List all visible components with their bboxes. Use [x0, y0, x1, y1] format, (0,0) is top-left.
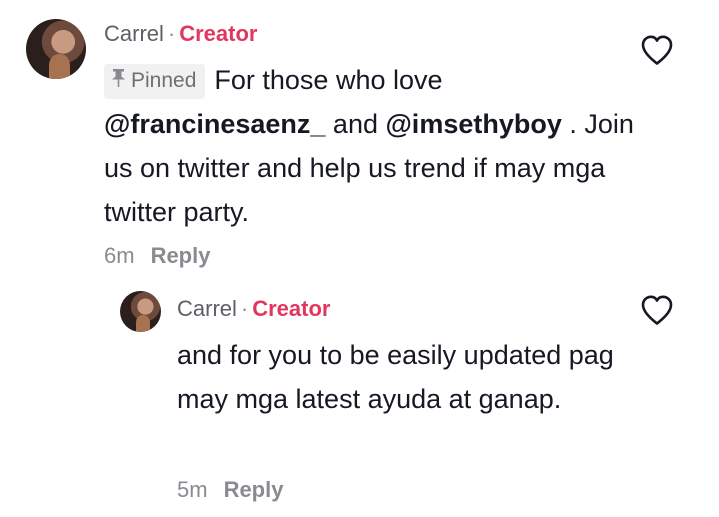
timestamp: 6m	[104, 243, 135, 268]
comment-header: Carrel · Creator	[104, 23, 257, 45]
creator-badge: Creator	[179, 21, 258, 46]
heart-icon[interactable]	[640, 294, 674, 326]
mention-link[interactable]: @imsethyboy	[385, 109, 561, 139]
creator-badge: Creator	[252, 296, 331, 321]
mention-link[interactable]: @francinesaenz_	[104, 109, 325, 139]
comment-meta: 5m Reply	[177, 477, 283, 503]
avatar[interactable]	[120, 291, 161, 332]
comment-text: Pinned For those who love @francinesaenz_…	[104, 58, 634, 234]
comment-header: Carrel · Creator	[177, 298, 330, 320]
comment-meta: 6m Reply	[104, 243, 210, 269]
username[interactable]: Carrel	[104, 21, 164, 46]
pinned-label: Pinned	[131, 69, 197, 92]
avatar[interactable]	[26, 19, 86, 79]
text-joiner: and	[325, 109, 386, 139]
comment-text: and for you to be easily updated pag may…	[177, 340, 614, 414]
pinned-badge: Pinned	[104, 64, 206, 99]
separator: ·	[240, 296, 249, 321]
username[interactable]: Carrel	[177, 296, 237, 321]
heart-icon[interactable]	[640, 34, 674, 66]
text-intro: For those who love	[214, 65, 443, 95]
timestamp: 5m	[177, 477, 208, 502]
reply-button[interactable]: Reply	[151, 243, 211, 268]
reply-button[interactable]: Reply	[224, 477, 284, 502]
separator: ·	[167, 21, 176, 46]
pin-icon	[112, 66, 125, 96]
